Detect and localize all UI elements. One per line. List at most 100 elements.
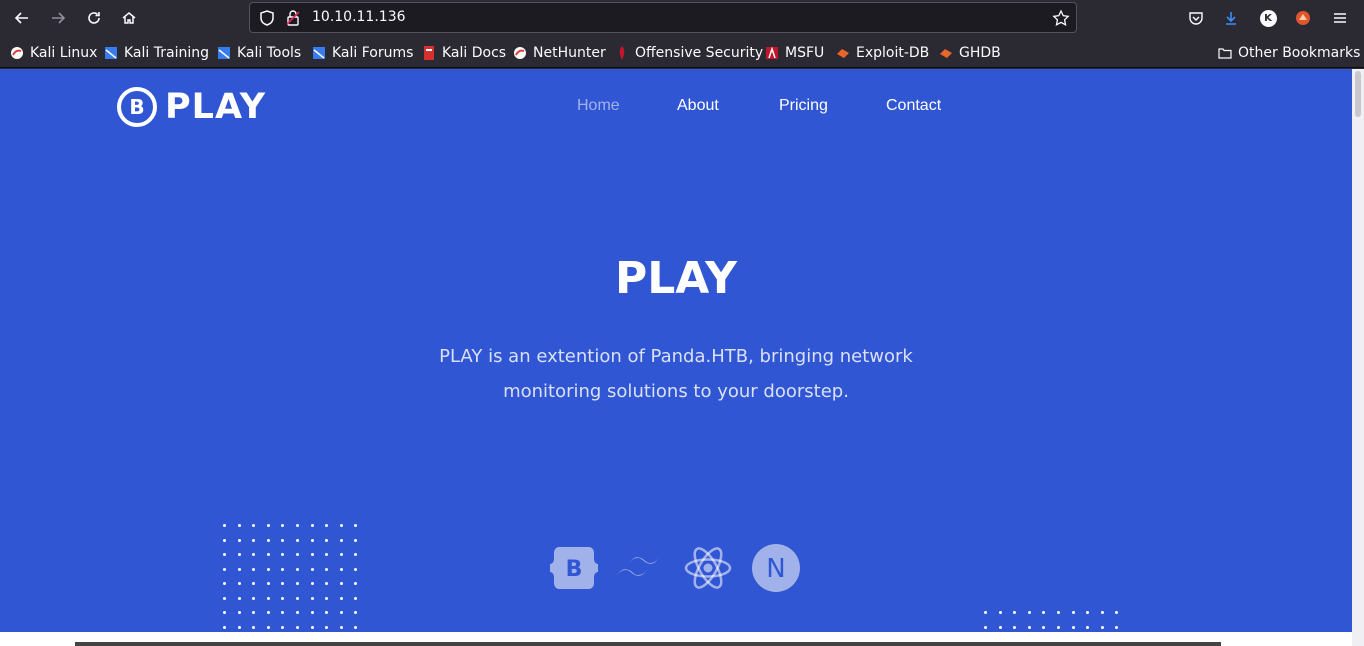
- bookmark-kali-linux[interactable]: Kali Linux: [10, 44, 97, 62]
- home-button[interactable]: [116, 5, 142, 31]
- hero-title: PLAY: [615, 253, 737, 304]
- extension-button[interactable]: [1290, 5, 1316, 31]
- hamburger-menu-icon: [1334, 13, 1346, 23]
- insecure-lock-icon[interactable]: [284, 9, 302, 27]
- dot: [281, 567, 285, 571]
- dot: [237, 524, 241, 527]
- dot: [1071, 611, 1075, 614]
- nav-pricing[interactable]: Pricing: [779, 97, 828, 115]
- dot: [223, 596, 226, 600]
- dot: [281, 524, 285, 527]
- page-scrollbar[interactable]: [1352, 69, 1364, 646]
- dot: [339, 611, 343, 614]
- dot: [325, 567, 329, 571]
- back-button[interactable]: [9, 5, 35, 31]
- nav-home[interactable]: Home: [577, 97, 620, 115]
- pocket-button[interactable]: [1183, 5, 1209, 31]
- react-icon[interactable]: [683, 543, 733, 593]
- nextjs-icon[interactable]: N: [751, 543, 801, 593]
- other-bookmarks[interactable]: Other Bookmarks: [1218, 44, 1360, 62]
- dot: [281, 582, 285, 585]
- kali-tools-icon: [218, 47, 230, 59]
- bookmark-nethunter[interactable]: NetHunter: [513, 44, 606, 62]
- home-icon: [122, 12, 136, 24]
- dot: [354, 538, 358, 542]
- dot: [295, 538, 299, 542]
- bookmark-kali-docs[interactable]: Kali Docs: [422, 44, 506, 62]
- dot: [1115, 611, 1119, 614]
- dot: [310, 611, 314, 614]
- dot: [310, 596, 314, 600]
- dot: [310, 567, 314, 571]
- bootstrap-icon[interactable]: B: [549, 543, 599, 593]
- downloads-button[interactable]: [1218, 5, 1244, 31]
- bookmark-msfu[interactable]: MSFU: [765, 44, 824, 62]
- dot: [1056, 625, 1060, 629]
- extension-icon: [1296, 11, 1310, 25]
- dot: [339, 538, 343, 542]
- exploit-db-icon: [837, 49, 849, 58]
- dot: [266, 596, 270, 600]
- ghdb-icon: [940, 49, 952, 58]
- shield-icon[interactable]: [258, 9, 276, 27]
- reload-button[interactable]: [81, 5, 107, 31]
- bookmark-exploit-db[interactable]: Exploit-DB: [836, 44, 929, 62]
- bookmark-offensive-security[interactable]: Offensive Security: [615, 44, 763, 62]
- dot: [237, 582, 241, 585]
- dot: [281, 625, 285, 629]
- tailwind-icon[interactable]: [616, 543, 666, 593]
- dot: [310, 625, 314, 629]
- dot: [223, 582, 226, 585]
- dot: [325, 538, 329, 542]
- dot: [354, 524, 358, 527]
- kali-forums-icon: [313, 47, 325, 59]
- dot: [310, 553, 314, 556]
- dot: [252, 611, 256, 614]
- bookmark-ghdb[interactable]: GHDB: [939, 44, 1001, 62]
- site-logo[interactable]: B PLAY: [117, 87, 266, 127]
- dot: [252, 538, 256, 542]
- dot: [252, 582, 256, 585]
- download-icon: [1226, 12, 1236, 25]
- star-icon[interactable]: [1052, 9, 1070, 27]
- dot: [1013, 611, 1017, 614]
- account-button[interactable]: K: [1255, 5, 1281, 31]
- nav-about[interactable]: About: [677, 97, 719, 115]
- dot: [325, 582, 329, 585]
- dot: [252, 596, 256, 600]
- dot: [1071, 625, 1075, 629]
- kali-training-icon: [105, 47, 117, 59]
- dot: [237, 625, 241, 629]
- dot: [1042, 625, 1046, 629]
- nav-contact[interactable]: Contact: [886, 97, 941, 115]
- dot: [237, 611, 241, 614]
- dot: [339, 524, 343, 527]
- dot: [310, 582, 314, 585]
- reload-icon: [88, 12, 100, 24]
- url-text[interactable]: 10.10.11.136: [312, 9, 406, 25]
- avatar: K: [1259, 9, 1277, 27]
- dot: [354, 611, 358, 614]
- dot: [354, 567, 358, 571]
- url-bar[interactable]: 10.10.11.136: [249, 2, 1077, 33]
- forward-button[interactable]: [45, 5, 71, 31]
- dot: [1027, 625, 1031, 629]
- bookmark-kali-forums[interactable]: Kali Forums: [312, 44, 413, 62]
- dot: [354, 582, 358, 585]
- menu-button[interactable]: [1327, 5, 1353, 31]
- dot: [1100, 611, 1104, 614]
- dot: [325, 553, 329, 556]
- dot: [339, 596, 343, 600]
- dot: [984, 611, 987, 614]
- bookmark-kali-training[interactable]: Kali Training: [104, 44, 209, 62]
- dot: [1013, 625, 1017, 629]
- bookmark-kali-tools[interactable]: Kali Tools: [217, 44, 301, 62]
- dot: [252, 553, 256, 556]
- dot: [266, 582, 270, 585]
- dot: [339, 625, 343, 629]
- browser-toolbar: 10.10.11.136 K: [0, 0, 1364, 36]
- scrollbar-thumb[interactable]: [1355, 71, 1361, 117]
- dot: [223, 567, 226, 571]
- kali-dragon-icon: [11, 47, 23, 59]
- dot: [325, 524, 329, 527]
